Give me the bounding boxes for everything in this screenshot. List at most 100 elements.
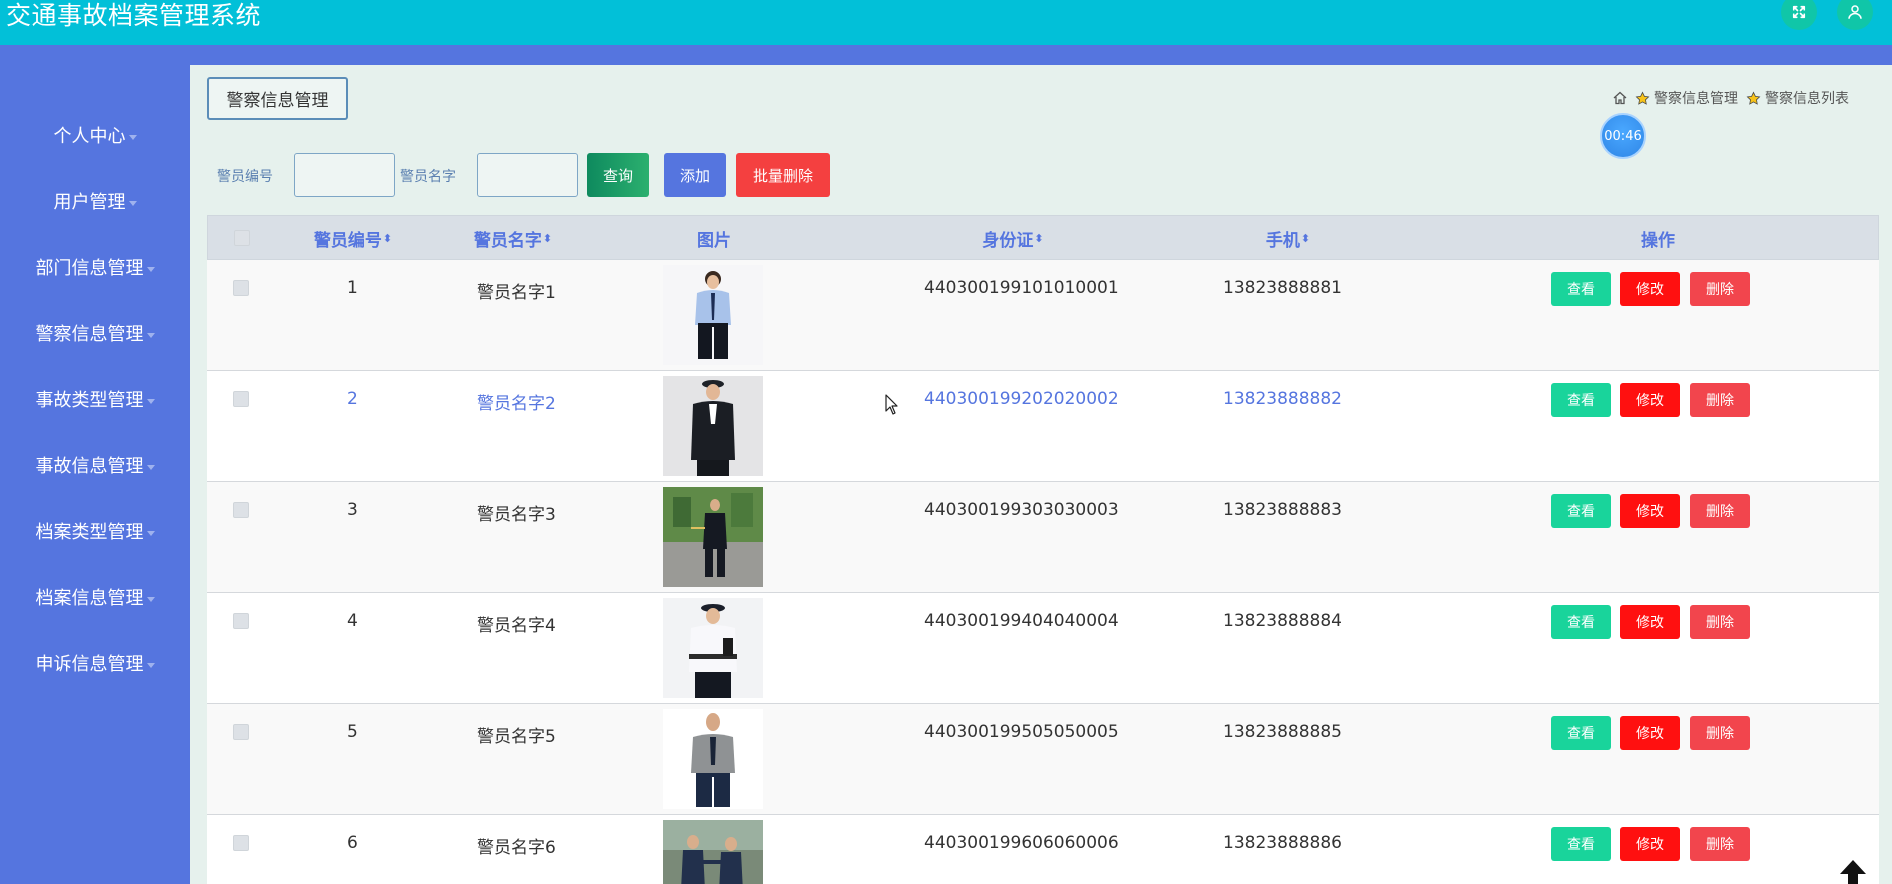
sidebar-item-department-management[interactable]: 部门信息管理 (0, 247, 190, 287)
sidebar-item-accident-type-management[interactable]: 事故类型管理 (0, 379, 190, 419)
view-button[interactable]: 查看 (1551, 827, 1611, 861)
phone-cell: 13823888885 (1223, 722, 1342, 742)
id-card-cell: 440300199101010001 (924, 278, 1119, 298)
user-icon (1848, 5, 1862, 19)
edit-button[interactable]: 修改 (1620, 605, 1680, 639)
police-table: 警员编号 ⬍ 警员名字 ⬍ 图片 身份证 ⬍ 手机 ⬍ 操作 1 警员名字1 44030… (207, 215, 1879, 884)
caret-down-icon (146, 530, 155, 536)
officer-photo (663, 709, 763, 809)
id-card-cell: 440300199202020002 (924, 389, 1119, 409)
delete-button[interactable]: 删除 (1690, 494, 1750, 528)
table-row: 1 警员名字1 440300199101010001 13823888881 查… (207, 260, 1879, 371)
view-button[interactable]: 查看 (1551, 605, 1611, 639)
phone-cell: 13823888882 (1223, 389, 1342, 409)
header-accent-strip (0, 45, 1892, 65)
view-button[interactable]: 查看 (1551, 494, 1611, 528)
timer-badge: 00:46 (1600, 113, 1646, 159)
query-button[interactable]: 查询 (587, 153, 649, 197)
table-row: 5 警员名字5 440300199505050005 13823888885 查… (207, 704, 1879, 815)
column-header-id-card[interactable]: 身份证 ⬍ (908, 216, 1118, 261)
caret-down-icon (146, 596, 155, 602)
back-to-top-icon[interactable] (1838, 858, 1868, 884)
id-card-cell: 440300199606060006 (924, 833, 1119, 853)
officer-name-cell: 警员名字2 (477, 394, 556, 414)
sidebar-item-appeal-info-management[interactable]: 申诉信息管理 (0, 643, 190, 683)
table-header: 警员编号 ⬍ 警员名字 ⬍ 图片 身份证 ⬍ 手机 ⬍ 操作 (207, 215, 1879, 260)
star-icon (1635, 91, 1650, 105)
add-button[interactable]: 添加 (664, 153, 726, 197)
caret-down-icon (146, 332, 155, 338)
sidebar-item-accident-info-management[interactable]: 事故信息管理 (0, 445, 190, 485)
caret-down-icon (128, 200, 137, 206)
select-all-checkbox[interactable] (234, 230, 250, 246)
row-checkbox[interactable] (233, 724, 249, 740)
row-checkbox[interactable] (233, 280, 249, 296)
user-menu-button[interactable] (1837, 0, 1873, 30)
sort-icon: ⬍ (382, 232, 393, 245)
phone-cell: 13823888883 (1223, 500, 1342, 520)
delete-button[interactable]: 删除 (1690, 716, 1750, 750)
edit-button[interactable]: 修改 (1620, 494, 1680, 528)
officer-no-input[interactable] (294, 153, 395, 197)
officer-name-input[interactable] (477, 153, 578, 197)
batch-delete-button[interactable]: 批量删除 (736, 153, 830, 197)
sidebar-item-user-management[interactable]: 用户管理 (0, 181, 190, 221)
view-button[interactable]: 查看 (1551, 383, 1611, 417)
officer-photo (663, 598, 763, 698)
page-title-tag: 警察信息管理 (207, 77, 348, 120)
delete-button[interactable]: 删除 (1690, 827, 1750, 861)
top-bar: 交通事故档案管理系统 (0, 0, 1892, 45)
row-checkbox[interactable] (233, 835, 249, 851)
caret-down-icon (128, 134, 137, 140)
view-button[interactable]: 查看 (1551, 272, 1611, 306)
column-header-actions: 操作 (1641, 231, 1675, 251)
expand-icon (1792, 5, 1806, 19)
table-row: 3 警员名字3 440300199303030003 13823888883 查… (207, 482, 1879, 593)
edit-button[interactable]: 修改 (1620, 383, 1680, 417)
officer-photo (663, 265, 763, 365)
sidebar-item-police-management[interactable]: 警察信息管理 (0, 313, 190, 353)
row-checkbox[interactable] (233, 502, 249, 518)
edit-button[interactable]: 修改 (1620, 716, 1680, 750)
id-card-cell: 440300199303030003 (924, 500, 1119, 520)
officer-photo (663, 376, 763, 476)
delete-button[interactable]: 删除 (1690, 272, 1750, 306)
column-header-phone[interactable]: 手机 ⬍ (1208, 216, 1368, 261)
column-header-photo: 图片 (697, 231, 731, 251)
officer-no-cell: 2 (347, 389, 358, 409)
id-card-cell: 440300199404040004 (924, 611, 1119, 631)
view-button[interactable]: 查看 (1551, 716, 1611, 750)
breadcrumb: 警察信息管理 警察信息列表 (1612, 88, 1857, 108)
breadcrumb-item[interactable]: 警察信息管理 (1654, 88, 1738, 108)
star-icon (1746, 91, 1761, 105)
delete-button[interactable]: 删除 (1690, 605, 1750, 639)
app-title: 交通事故档案管理系统 (6, 1, 262, 30)
phone-cell: 13823888886 (1223, 833, 1342, 853)
officer-photo (663, 820, 763, 884)
caret-down-icon (146, 464, 155, 470)
sidebar-item-personal-center[interactable]: 个人中心 (0, 115, 190, 155)
sidebar-item-archive-type-management[interactable]: 档案类型管理 (0, 511, 190, 551)
delete-button[interactable]: 删除 (1690, 383, 1750, 417)
officer-name-cell: 警员名字1 (477, 283, 556, 303)
caret-down-icon (146, 398, 155, 404)
row-checkbox[interactable] (233, 391, 249, 407)
sidebar: 个人中心 用户管理 部门信息管理 警察信息管理 事故类型管理 事故信息管理 档案… (0, 65, 190, 884)
officer-no-cell: 1 (347, 278, 358, 298)
row-checkbox[interactable] (233, 613, 249, 629)
sort-icon: ⬍ (1034, 232, 1044, 245)
officer-no-cell: 4 (347, 611, 358, 631)
fullscreen-button[interactable] (1781, 0, 1817, 30)
officer-no-cell: 5 (347, 722, 358, 742)
officer-name-cell: 警员名字3 (477, 505, 556, 525)
home-icon[interactable] (1612, 90, 1628, 106)
phone-cell: 13823888884 (1223, 611, 1342, 631)
column-header-officer-name[interactable]: 警员名字 ⬍ (438, 216, 588, 261)
column-header-officer-no[interactable]: 警员编号 ⬍ (278, 216, 428, 261)
edit-button[interactable]: 修改 (1620, 272, 1680, 306)
edit-button[interactable]: 修改 (1620, 827, 1680, 861)
table-row: 2 警员名字2 440300199202020002 13823888882 查… (207, 371, 1879, 482)
officer-name-cell: 警员名字4 (477, 616, 556, 636)
officer-photo (663, 487, 763, 587)
sidebar-item-archive-info-management[interactable]: 档案信息管理 (0, 577, 190, 617)
